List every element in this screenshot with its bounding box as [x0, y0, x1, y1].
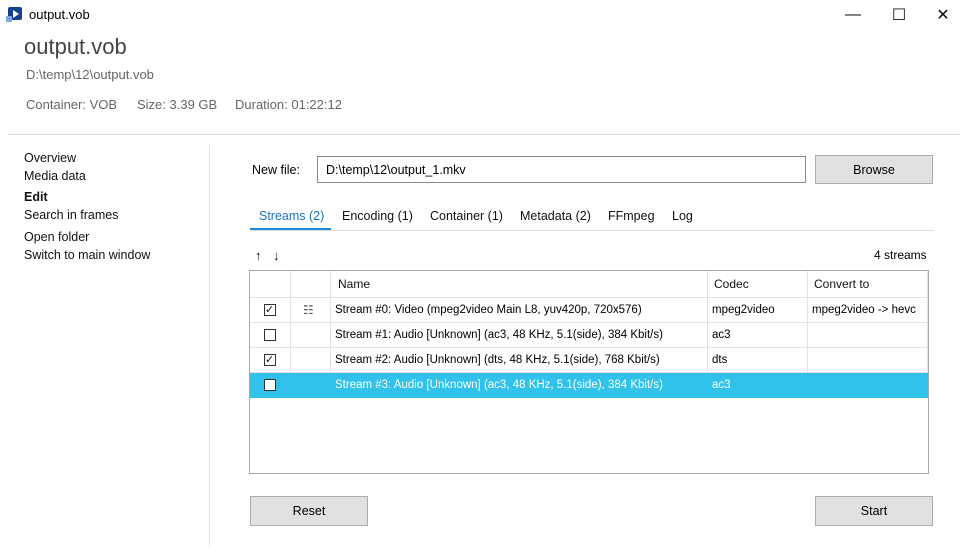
stream-name: Stream #1: Audio [Unknown] (ac3, 48 KHz,… — [331, 323, 708, 348]
checkbox[interactable] — [264, 379, 276, 391]
new-file-label: New file: — [252, 163, 300, 177]
header-name[interactable]: Name — [331, 271, 708, 298]
file-title: output.vob — [24, 34, 127, 59]
window-title: output.vob — [29, 7, 90, 22]
stream-menu-cell — [291, 348, 331, 373]
stream-codec: dts — [708, 348, 808, 373]
tab-log[interactable]: Log — [672, 209, 693, 223]
stream-convert[interactable] — [808, 373, 928, 398]
stream-convert[interactable] — [808, 348, 928, 373]
stream-menu-cell — [291, 373, 331, 398]
checkbox[interactable] — [264, 329, 276, 341]
stream-codec: mpeg2video — [708, 298, 808, 323]
list-icon[interactable]: ☷ — [303, 298, 314, 322]
tab-ffmpeg[interactable]: FFmpeg — [608, 209, 655, 223]
minimize-button[interactable]: — — [830, 0, 876, 30]
tab-encoding[interactable]: Encoding (1) — [342, 209, 413, 223]
tab-metadata[interactable]: Metadata (2) — [520, 209, 591, 223]
new-file-input[interactable] — [317, 156, 806, 183]
stream-checkbox-cell[interactable] — [250, 298, 291, 323]
stream-checkbox-cell[interactable] — [250, 348, 291, 373]
stream-name: Stream #3: Audio [Unknown] (ac3, 48 KHz,… — [331, 373, 708, 398]
title-bar: output.vob — ☐ ✕ — [0, 0, 966, 30]
reset-button[interactable]: Reset — [250, 496, 368, 526]
start-button[interactable]: Start — [815, 496, 933, 526]
close-button[interactable]: ✕ — [920, 0, 966, 30]
stream-convert[interactable]: mpeg2video -> hevc — [808, 298, 928, 323]
stream-count: 4 streams — [874, 248, 927, 262]
video-file-icon — [6, 7, 22, 22]
streams-grid[interactable]: Name Codec Convert to ☷ Stream #0: Video… — [249, 270, 929, 474]
header-check-column — [250, 271, 291, 298]
stream-codec: ac3 — [708, 323, 808, 348]
stream-checkbox-cell[interactable] — [250, 373, 291, 398]
move-up-icon[interactable]: ↑ — [255, 248, 262, 263]
tabs-baseline — [250, 230, 934, 231]
nav-overview[interactable]: Overview — [24, 151, 76, 165]
header-convert-to[interactable]: Convert to — [808, 271, 928, 298]
nav-switch-to-main-window[interactable]: Switch to main window — [24, 248, 150, 262]
maximize-button[interactable]: ☐ — [876, 0, 922, 30]
stream-name: Stream #2: Audio [Unknown] (dts, 48 KHz,… — [331, 348, 708, 373]
header-menu-column — [291, 271, 331, 298]
checkbox[interactable] — [264, 348, 276, 372]
checkbox[interactable] — [264, 298, 276, 322]
stream-menu-cell[interactable]: ☷ — [291, 298, 331, 323]
container-info: Container: VOB — [26, 97, 118, 112]
browse-button[interactable]: Browse — [815, 155, 933, 184]
nav-open-folder[interactable]: Open folder — [24, 230, 89, 244]
header-divider — [8, 134, 960, 135]
stream-convert[interactable] — [808, 323, 928, 348]
tab-streams[interactable]: Streams (2) — [259, 209, 324, 223]
duration-info: Duration: 01:22:12 — [235, 97, 342, 112]
stream-name: Stream #0: Video (mpeg2video Main L8, yu… — [331, 298, 708, 323]
stream-menu-cell — [291, 323, 331, 348]
nav-search-in-frames[interactable]: Search in frames — [24, 208, 118, 222]
size-info: Size: 3.39 GB — [137, 97, 218, 112]
file-path: D:\temp\12\output.vob — [26, 67, 154, 82]
tab-container[interactable]: Container (1) — [430, 209, 503, 223]
stream-checkbox-cell[interactable] — [250, 323, 291, 348]
active-tab-indicator — [250, 228, 331, 230]
sidebar-divider — [209, 145, 210, 547]
stream-codec: ac3 — [708, 373, 808, 398]
nav-media-data[interactable]: Media data — [24, 169, 86, 183]
header-codec[interactable]: Codec — [708, 271, 808, 298]
nav-edit[interactable]: Edit — [24, 190, 48, 204]
move-down-icon[interactable]: ↓ — [273, 248, 280, 263]
